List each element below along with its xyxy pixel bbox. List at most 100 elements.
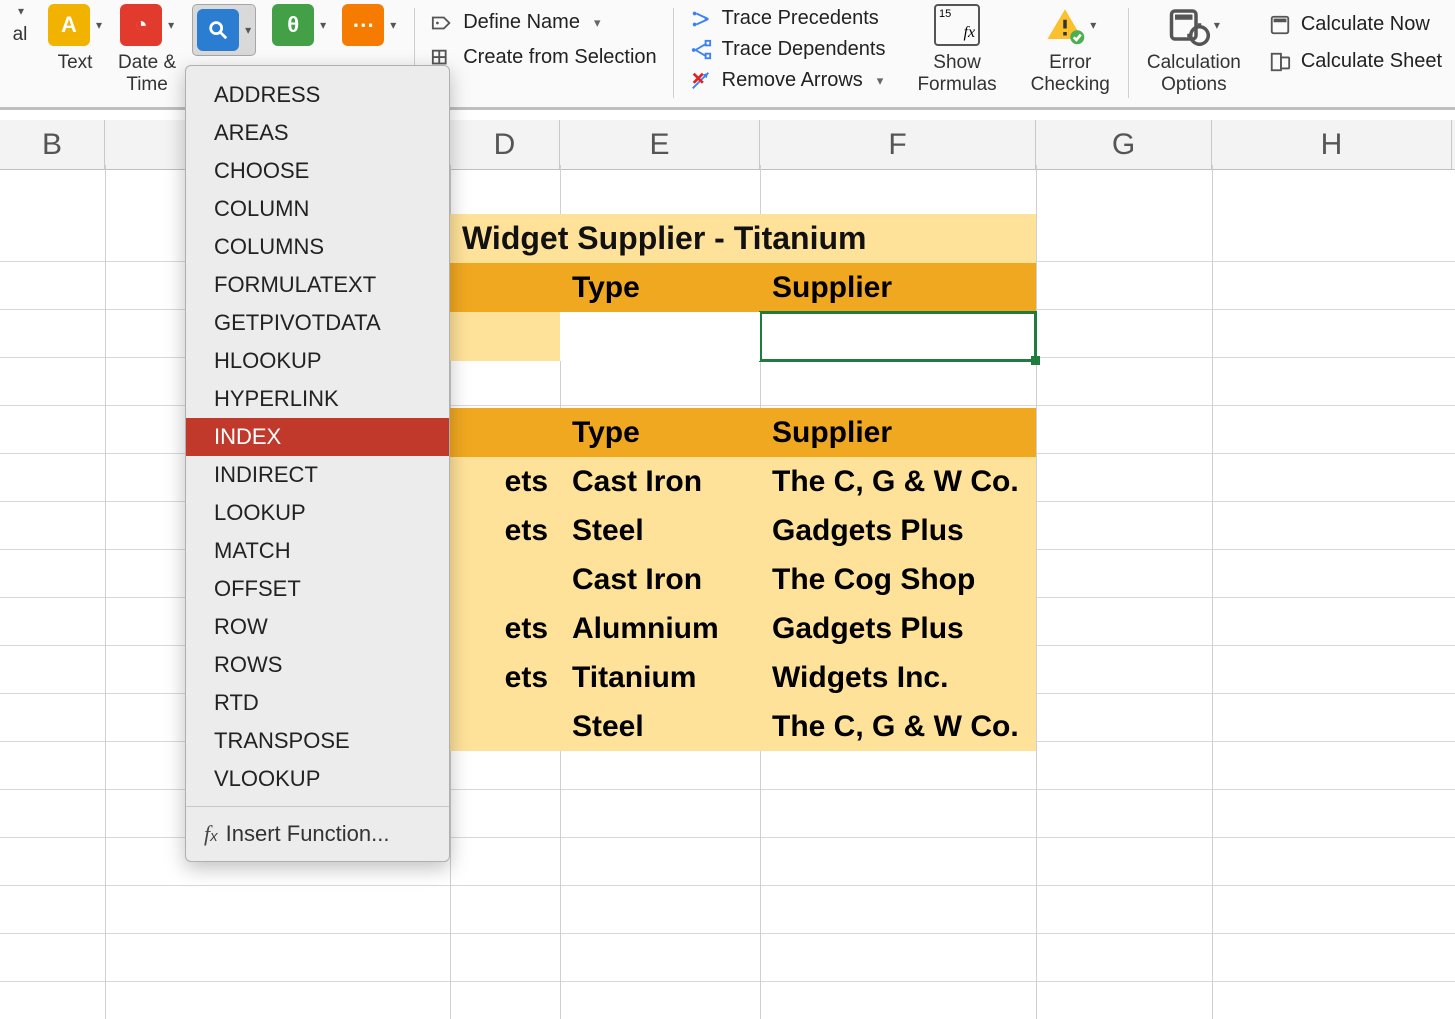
math-functions-button[interactable]: θ ▾ — [272, 4, 326, 46]
col-H[interactable]: H — [1212, 120, 1452, 169]
separator — [673, 8, 674, 98]
calculate-now-button[interactable]: Calculate Now — [1263, 10, 1448, 39]
cell-type[interactable]: Alumnium — [560, 604, 760, 653]
menu-item-row[interactable]: ROW — [186, 608, 449, 646]
cell-supplier[interactable]: The Cog Shop — [760, 555, 1036, 604]
create-from-selection-button[interactable]: Create from Selection — [425, 43, 662, 72]
hdr2-supplier[interactable]: Supplier — [760, 408, 1036, 457]
partial-button[interactable]: ▾ — [16, 4, 24, 18]
fx-icon: fx — [204, 821, 218, 847]
error-checking-label: Error Checking — [1031, 52, 1110, 96]
menu-item-transpose[interactable]: TRANSPOSE — [186, 722, 449, 760]
menu-item-match[interactable]: MATCH — [186, 532, 449, 570]
partial-label: al — [13, 24, 28, 46]
show-formulas-label: Show Formulas — [917, 52, 996, 96]
menu-item-rtd[interactable]: RTD — [186, 684, 449, 722]
cell-supplier[interactable]: Gadgets Plus — [760, 604, 1036, 653]
hdr-blank[interactable] — [450, 263, 560, 312]
text-a-icon: A — [48, 4, 90, 46]
warning-icon — [1044, 4, 1086, 46]
hdr2-type[interactable]: Type — [560, 408, 760, 457]
menu-item-rows[interactable]: ROWS — [186, 646, 449, 684]
text-label: Text — [58, 52, 93, 74]
define-name-button[interactable]: Define Name ▾ — [425, 8, 662, 37]
cell-supplier[interactable]: The C, G & W Co. — [760, 702, 1036, 751]
col-G[interactable]: G — [1036, 120, 1212, 169]
menu-item-hlookup[interactable]: HLOOKUP — [186, 342, 449, 380]
cell-frag[interactable] — [450, 702, 560, 751]
more-functions-button[interactable]: ⋯ ▾ — [342, 4, 396, 46]
selected-cell[interactable] — [760, 312, 1036, 361]
cell-supplier[interactable]: Gadgets Plus — [760, 506, 1036, 555]
cell[interactable] — [450, 312, 560, 361]
col-E[interactable]: E — [560, 120, 760, 169]
tag-icon — [431, 12, 453, 34]
hdr-supplier[interactable]: Supplier — [760, 263, 1036, 312]
trace-dependents-button[interactable]: Trace Dependents — [684, 35, 892, 64]
text-functions-button[interactable]: A ▾ — [48, 4, 102, 46]
cell-frag[interactable]: ets — [450, 604, 560, 653]
title-cell[interactable]: Widget Supplier - Titanium — [450, 214, 1036, 263]
define-name-label: Define Name — [463, 11, 580, 34]
show-formulas-button[interactable]: 15 fx Show Formulas — [909, 4, 1004, 104]
remove-arrows-icon — [690, 70, 712, 92]
cell-supplier[interactable]: The C, G & W Co. — [760, 457, 1036, 506]
calculation-options-button[interactable]: ▾ Calculation Options — [1139, 4, 1249, 104]
cell-supplier[interactable]: Widgets Inc. — [760, 653, 1036, 702]
menu-item-getpivotdata[interactable]: GETPIVOTDATA — [186, 304, 449, 342]
error-checking-button[interactable]: ▾ Error Checking — [1023, 4, 1118, 104]
cell-frag[interactable]: ets — [450, 653, 560, 702]
precedents-icon — [690, 8, 712, 30]
magnifier-icon — [197, 9, 239, 51]
menu-item-columns[interactable]: COLUMNS — [186, 228, 449, 266]
calc-now-icon — [1269, 14, 1291, 36]
menu-item-index[interactable]: INDEX — [186, 418, 449, 456]
lookup-function-menu: ADDRESSAREASCHOOSECOLUMNCOLUMNSFORMULATE… — [185, 65, 450, 862]
col-F[interactable]: F — [760, 120, 1036, 169]
separator — [1128, 8, 1129, 98]
lookup-functions-button[interactable]: ▾ — [192, 4, 256, 56]
insert-function-button[interactable]: fx Insert Function... — [186, 806, 449, 861]
cell-type[interactable]: Steel — [560, 506, 760, 555]
remove-arrows-button[interactable]: Remove Arrows ▾ — [684, 66, 892, 95]
menu-item-offset[interactable]: OFFSET — [186, 570, 449, 608]
cell-type[interactable]: Cast Iron — [560, 555, 760, 604]
calc-options-icon — [1168, 4, 1210, 46]
insert-function-label: Insert Function... — [226, 821, 390, 847]
menu-item-column[interactable]: COLUMN — [186, 190, 449, 228]
menu-item-formulatext[interactable]: FORMULATEXT — [186, 266, 449, 304]
create-from-selection-label: Create from Selection — [463, 46, 656, 69]
cell-frag[interactable]: ets — [450, 457, 560, 506]
menu-item-areas[interactable]: AREAS — [186, 114, 449, 152]
calculate-sheet-button[interactable]: Calculate Sheet — [1263, 47, 1448, 76]
selection-handle[interactable] — [1031, 356, 1040, 365]
cell-type[interactable]: Titanium — [560, 653, 760, 702]
clock-icon: ◔ — [120, 4, 162, 46]
trace-dependents-label: Trace Dependents — [722, 38, 886, 61]
calc-sheet-icon — [1269, 51, 1291, 73]
cell[interactable] — [560, 312, 760, 361]
hdr2-blank[interactable] — [450, 408, 560, 457]
ellipsis-icon: ⋯ — [342, 4, 384, 46]
menu-item-indirect[interactable]: INDIRECT — [186, 456, 449, 494]
menu-item-hyperlink[interactable]: HYPERLINK — [186, 380, 449, 418]
calc-sheet-label: Calculate Sheet — [1301, 50, 1442, 73]
col-D[interactable]: D — [450, 120, 560, 169]
menu-item-vlookup[interactable]: VLOOKUP — [186, 760, 449, 798]
theta-icon: θ — [272, 4, 314, 46]
cell-frag[interactable] — [450, 555, 560, 604]
calc-options-label: Calculation Options — [1147, 52, 1241, 96]
menu-item-choose[interactable]: CHOOSE — [186, 152, 449, 190]
datetime-label: Date & Time — [118, 52, 176, 96]
cell-frag[interactable]: ets — [450, 506, 560, 555]
menu-item-lookup[interactable]: LOOKUP — [186, 494, 449, 532]
datetime-functions-button[interactable]: ◔ ▾ — [120, 4, 174, 46]
menu-item-address[interactable]: ADDRESS — [186, 76, 449, 114]
trace-precedents-button[interactable]: Trace Precedents — [684, 4, 892, 33]
remove-arrows-label: Remove Arrows — [722, 69, 863, 92]
hdr-type[interactable]: Type — [560, 263, 760, 312]
cell-type[interactable]: Cast Iron — [560, 457, 760, 506]
trace-precedents-label: Trace Precedents — [722, 7, 879, 30]
cell-type[interactable]: Steel — [560, 702, 760, 751]
col-B[interactable]: B — [0, 120, 105, 169]
